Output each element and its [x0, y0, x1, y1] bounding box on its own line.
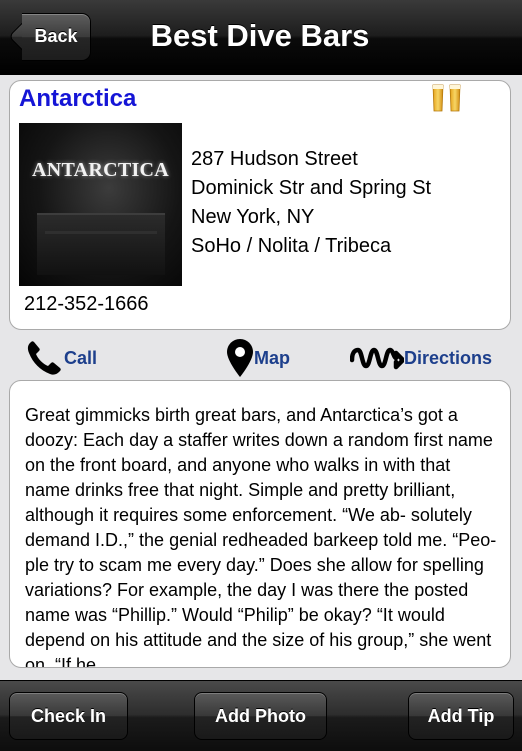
call-button[interactable]: Call	[24, 338, 97, 378]
description-panel[interactable]: Great gimmicks birth great bars, and Ant…	[9, 380, 511, 668]
map-label: Map	[254, 347, 290, 368]
check-in-button[interactable]: Check In	[9, 692, 128, 740]
map-pin-icon	[227, 339, 253, 377]
directions-label: Directions	[404, 347, 493, 368]
venue-card: Antarctica ANTARCTICA 287 Hudson Street …	[9, 80, 511, 330]
directions-button[interactable]: Directions	[350, 338, 492, 378]
address-neighborhood: SoHo / Nolita / Tribeca	[191, 235, 392, 257]
add-tip-button[interactable]: Add Tip	[408, 692, 514, 740]
venue-sign-text: ANTARCTICA	[31, 159, 170, 181]
photo-bar-counter	[37, 213, 165, 275]
address-cross-streets: Dominick Str and Spring St	[191, 177, 432, 199]
description-text: Great gimmicks birth great bars, and Ant…	[25, 405, 497, 668]
address-city: New York, NY	[191, 206, 315, 228]
phone-icon	[27, 341, 61, 375]
venue-name: Antarctica	[19, 85, 137, 112]
add-photo-button[interactable]: Add Photo	[194, 692, 327, 740]
address-street: 287 Hudson Street	[191, 148, 358, 170]
back-button[interactable]: Back	[8, 13, 91, 61]
directions-icon	[350, 347, 404, 370]
back-button-label: Back	[34, 26, 78, 46]
beer-glasses-icon	[432, 84, 461, 112]
bottom-toolbar: Check In Add Photo Add Tip	[0, 680, 522, 751]
venue-photo[interactable]: ANTARCTICA	[19, 123, 182, 286]
call-label: Call	[64, 347, 98, 368]
venue-address: 287 Hudson Street Dominick Str and Sprin…	[191, 145, 431, 261]
map-button[interactable]: Map	[226, 338, 290, 378]
venue-phone: 212-352-1666	[24, 293, 149, 315]
navigation-bar: Back Best Dive Bars	[0, 0, 522, 75]
page-title: Best Dive Bars	[150, 18, 370, 53]
